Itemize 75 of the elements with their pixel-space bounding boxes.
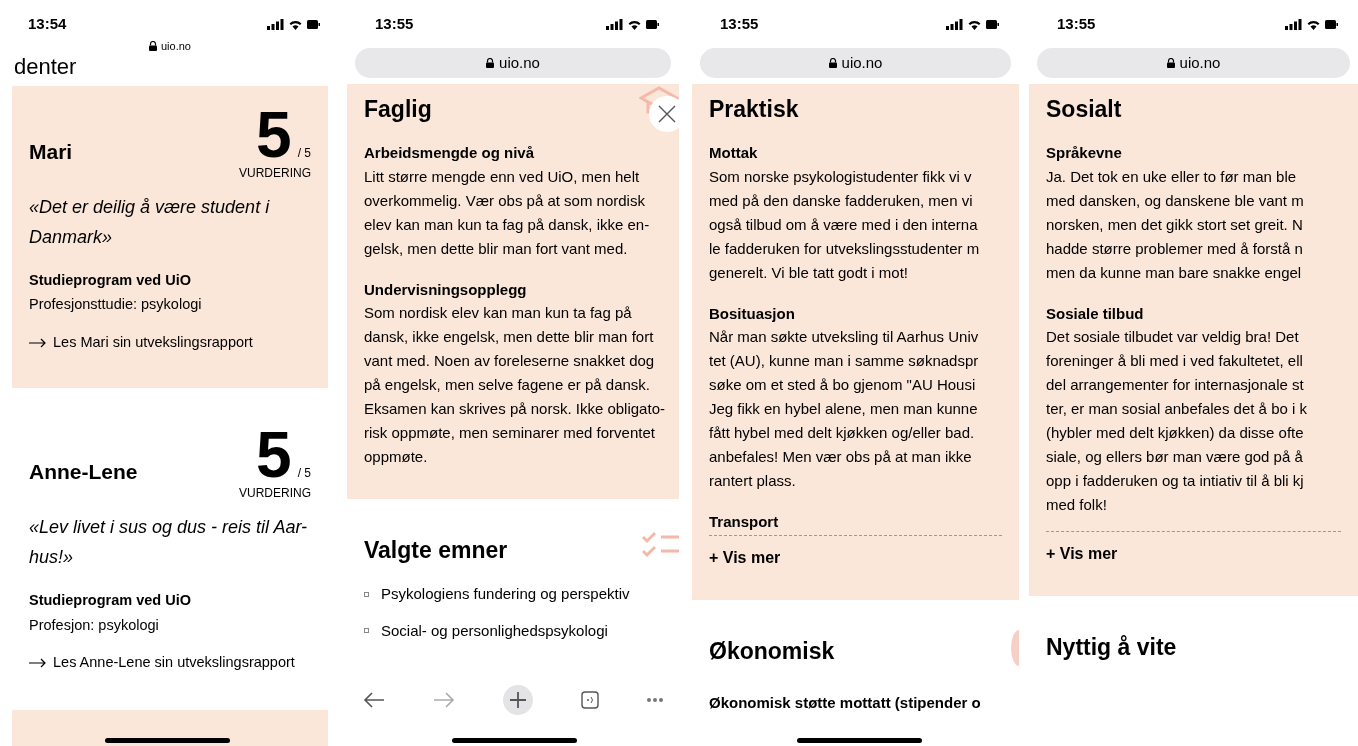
item-heading: Transport (709, 511, 1002, 536)
page-heading: denter (13, 52, 78, 81)
address-bar[interactable]: uio.no (1037, 48, 1350, 78)
reviewer-name: Mari (29, 138, 73, 165)
section-title: Nyttig å vite (1046, 633, 1178, 662)
signal-icon (606, 18, 623, 30)
program-label: Studieprogram ved UiO (29, 270, 192, 290)
new-tab-icon (503, 685, 533, 715)
lock-icon (828, 58, 837, 68)
lock-icon (486, 58, 495, 68)
rating-label: VURDERING (239, 164, 311, 182)
show-more-button[interactable]: + Vis mer (709, 545, 781, 570)
item-heading: Språkevne (1046, 143, 1123, 163)
section-title: Praktisk (709, 95, 800, 124)
bullet-icon (364, 591, 369, 597)
paragraph: Litt større mengde enn ved UiO, men helt overkommelig. Vær obs på at som nordisk elev kan man kun ta fag på dansk, ikke en- gelsk, men dette blir man fort vant med. (364, 166, 651, 259)
address-bar[interactable]: uio.no (700, 48, 1011, 78)
section-title: Økonomisk (709, 636, 836, 666)
status-time: 13:55 (720, 13, 759, 34)
more-icon (647, 698, 663, 702)
wifi-icon (1306, 18, 1321, 30)
program-name: Profesjonsttudie: psykologi (29, 295, 203, 315)
rating-score: 5 (256, 427, 292, 482)
review-quote: «Det er deilig å være student i Danmark» (29, 195, 271, 249)
course-item: Psykologiens fundering og perspektiv (381, 584, 630, 604)
checklist-icon (641, 531, 679, 559)
paragraph: Ja. Det tok en uke eller to før man ble med dansken, og danskene ble vant m norsken, men det gikk stort set greit. N hadde større problemer med å forstå n men da kunne man bare snakke engel (1046, 166, 1305, 283)
section-title: Valgte emner (364, 536, 509, 565)
rating-max: / 5 (297, 144, 311, 162)
item-heading: Sosiale tilbud (1046, 303, 1145, 324)
item-heading: Arbeidsmengde og nivå (364, 143, 536, 163)
show-more-button[interactable]: + Vis mer (1046, 542, 1118, 566)
paragraph: Som norske psykologistudenter fikk vi v med på den danske fadderuken, men vi også tilbud om å være med i den interna le fadderuken for utvekslingsstudenter m generelt. Vi ble tatt godt i mot! (709, 166, 981, 283)
arrow-right-icon (29, 658, 47, 669)
signal-icon (946, 18, 963, 30)
wifi-icon (967, 18, 982, 30)
battery-icon (1325, 18, 1338, 30)
arrow-right-icon (29, 337, 47, 348)
program-label: Studieprogram ved UiO (29, 590, 192, 610)
section-title: Faglig (364, 95, 433, 124)
reviewer-name: Anne-Lene (29, 458, 138, 485)
wifi-icon (288, 18, 303, 30)
course-item: Social- og personlighedspsykologi (381, 620, 608, 641)
status-time: 13:55 (1057, 13, 1096, 34)
report-link[interactable]: Les Mari sin utvekslingsrapport (29, 332, 311, 354)
lock-icon (1166, 58, 1175, 68)
section-title: Sosialt (1046, 95, 1123, 124)
item-heading: Mottak (709, 143, 759, 163)
item-heading: Økonomisk støtte mottatt (stipender o (709, 692, 982, 713)
lock-icon (149, 41, 157, 52)
paragraph: Når man søkte utveksling til Aarhus Univ tet (AU), kunne man i samme søknadspr søke om et sted å bo gjenom "AU Housi Jeg fikk en hybel alene, men man kunne fått hybel med delt kjøkken og/eller bad. anbefales! Men vær obs på at man ikke rantert plass. (709, 327, 980, 491)
item-heading: Undervisningsopplegg (364, 279, 528, 300)
status-time: 13:55 (375, 13, 414, 34)
rating-label: VURDERING (239, 484, 311, 502)
rating-score: 5 (256, 107, 292, 162)
close-icon (658, 105, 676, 123)
signal-icon (1285, 18, 1302, 30)
item-heading: Bosituasjon (709, 303, 796, 324)
review-quote: «Lev livet i sus og dus - reis til Aar- hus!» (29, 515, 309, 569)
battery-icon (986, 18, 999, 30)
program-name: Profesjon: psykologi (29, 615, 160, 635)
battery-icon (646, 18, 659, 30)
battery-icon (307, 18, 320, 30)
address-bar[interactable]: uio.no (149, 38, 191, 55)
back-icon (363, 692, 385, 708)
wifi-icon (627, 18, 642, 30)
forward-icon (433, 692, 455, 708)
tabs-icon (581, 691, 599, 709)
status-time: 13:54 (28, 13, 67, 34)
report-link[interactable]: Les Anne-Lene sin utvekslingsrapport (29, 652, 311, 674)
rating-max: / 5 (297, 464, 311, 482)
paragraph: Det sosiale tilbudet var veldig bra! Det foreninger å bli med i ved fakultetet, ell del arrangementer for internasjonale st ter, er man sosial anbefales det å bo i k (hybler med delt kjøkken) da disse ofte siale, og ellers bør man være god på å opp i fadderuken og ta intiativ til å bli kj med folk! (1046, 327, 1308, 515)
address-bar[interactable]: uio.no (355, 48, 671, 78)
bullet-icon (364, 628, 369, 634)
signal-icon (267, 18, 284, 30)
